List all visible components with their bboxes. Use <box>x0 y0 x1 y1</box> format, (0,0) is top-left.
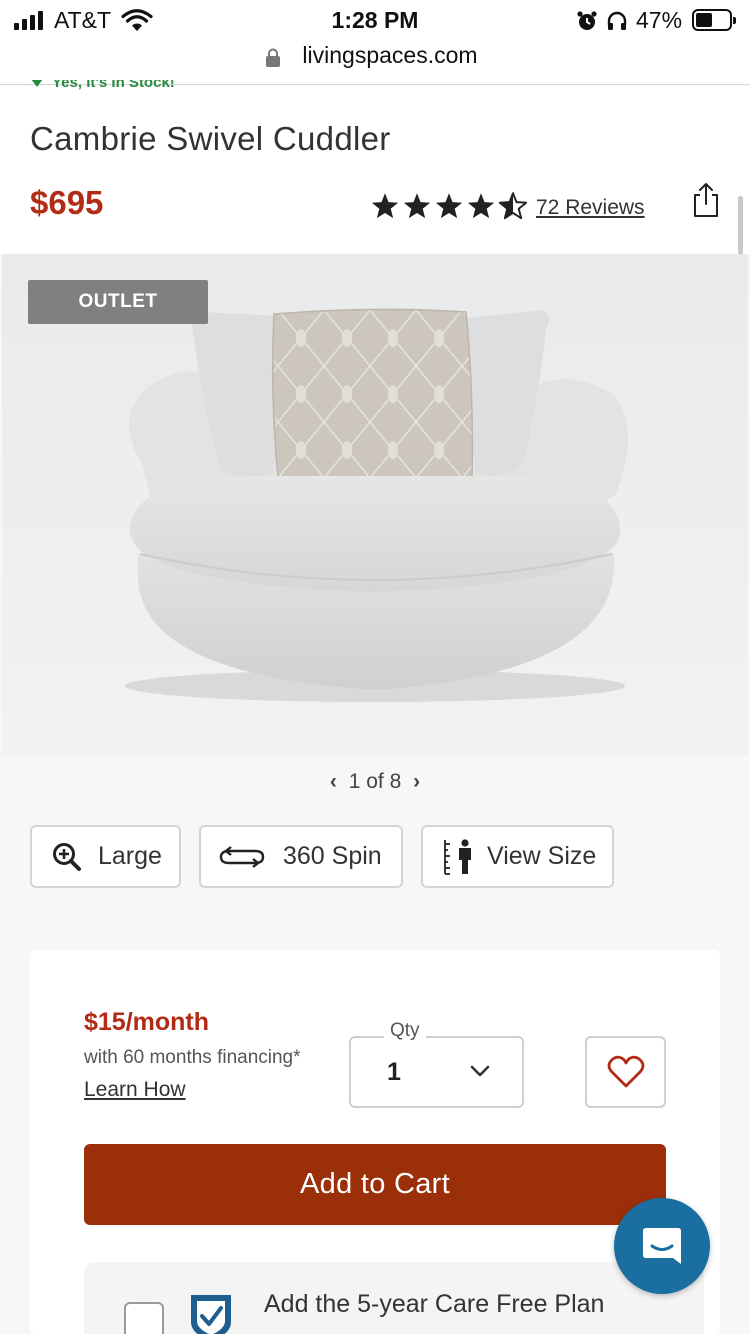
product-price: $695 <box>30 184 104 221</box>
headphones-icon <box>607 11 627 30</box>
spin-label: 360 Spin <box>283 842 382 870</box>
check-icon <box>32 80 42 87</box>
rotate-360-icon <box>219 845 265 868</box>
view-size-button[interactable]: View Size <box>421 825 614 888</box>
chat-button[interactable] <box>614 1198 710 1294</box>
address-bar[interactable]: livingspaces.com <box>0 42 750 85</box>
purchase-card: $15/month with 60 months financing* Lear… <box>30 950 720 1334</box>
wishlist-button[interactable] <box>585 1036 666 1108</box>
chevron-down-icon <box>470 1065 490 1077</box>
product-header: Yes, it's In Stock! Cambrie Swivel Cuddl… <box>0 80 750 270</box>
pager-text: 1 of 8 <box>348 770 402 793</box>
swivel-chair-image <box>125 308 629 702</box>
ruler-person-icon <box>444 838 471 875</box>
care-plan-option[interactable]: Add the 5-year Care Free Plan <box>84 1262 704 1334</box>
quantity-value: 1 <box>387 1058 401 1086</box>
quantity-select[interactable]: 1 <box>349 1036 524 1108</box>
heart-icon <box>607 1055 644 1088</box>
add-to-cart-button[interactable]: Add to Cart <box>84 1144 666 1225</box>
quantity-label: Qty <box>384 1020 426 1042</box>
learn-how-link[interactable]: Learn How <box>84 1078 186 1102</box>
care-plan-text: Add the 5-year Care Free Plan <box>264 1290 605 1318</box>
half-star-icon <box>498 192 528 220</box>
image-pager: ‹ 1 of 8 › <box>0 770 750 794</box>
chevron-right-icon[interactable]: › <box>413 770 420 793</box>
rating-stars[interactable] <box>370 192 528 220</box>
spin-360-button[interactable]: 360 Spin <box>199 825 403 888</box>
alarm-icon <box>577 11 597 30</box>
reviews-link[interactable]: 72 Reviews <box>536 196 645 220</box>
shield-check-icon <box>191 1295 231 1334</box>
care-plan-checkbox[interactable] <box>124 1302 164 1334</box>
chevron-left-icon[interactable]: ‹ <box>330 770 337 793</box>
star-icon <box>435 193 463 219</box>
product-title: Cambrie Swivel Cuddler <box>30 120 391 157</box>
star-icon <box>403 193 431 219</box>
financing-text: with 60 months financing* <box>84 1047 301 1068</box>
url-text[interactable]: livingspaces.com <box>0 42 750 69</box>
large-label: Large <box>98 842 162 870</box>
product-image[interactable]: OUTLET <box>2 254 748 756</box>
battery-icon <box>692 9 736 31</box>
status-bar: AT&T 1:28 PM 47% <box>0 0 750 42</box>
stock-status: Yes, it's In Stock! <box>30 80 175 94</box>
monthly-price: $15/month <box>84 1008 210 1036</box>
share-icon[interactable] <box>690 182 722 218</box>
stock-text: Yes, it's In Stock! <box>52 80 175 91</box>
large-view-button[interactable]: Large <box>30 825 181 888</box>
star-icon <box>467 193 495 219</box>
star-icon <box>371 193 399 219</box>
zoom-in-icon <box>53 842 81 871</box>
chat-icon <box>643 1228 681 1264</box>
view-size-label: View Size <box>487 842 597 870</box>
battery-percent: 47% <box>636 7 683 33</box>
outlet-badge: OUTLET <box>28 280 208 324</box>
